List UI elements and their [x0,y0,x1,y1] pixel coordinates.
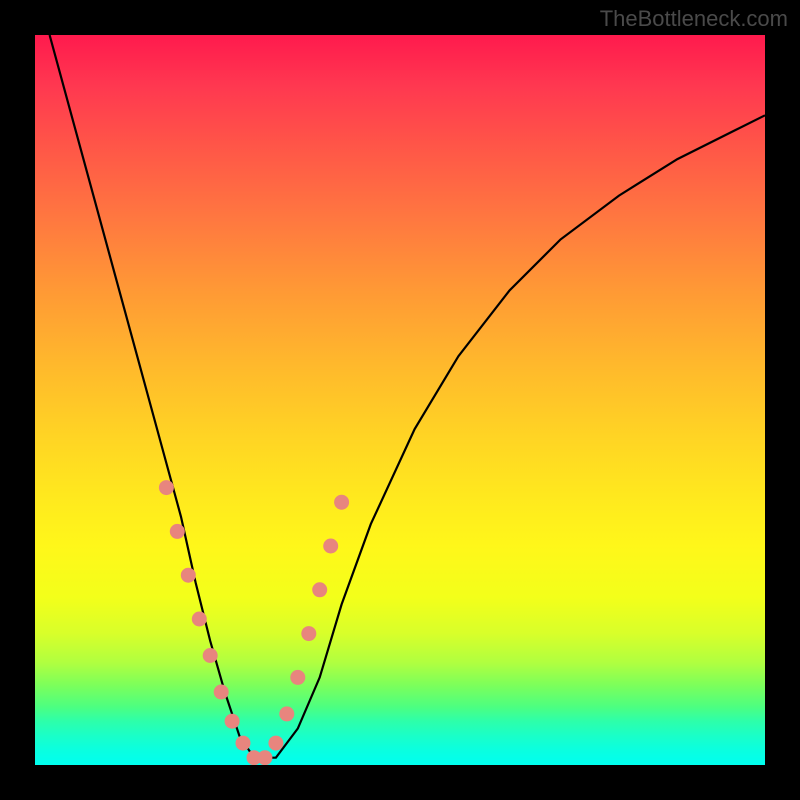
chart-plot-area [35,35,765,765]
highlighted-markers [159,480,349,765]
marker-point [203,648,218,663]
marker-point [301,626,316,641]
marker-point [290,670,305,685]
marker-point [181,568,196,583]
marker-point [257,750,272,765]
marker-point [225,714,240,729]
marker-point [170,524,185,539]
marker-point [279,706,294,721]
marker-point [159,480,174,495]
chart-svg [35,35,765,765]
marker-point [268,736,283,751]
marker-point [214,685,229,700]
marker-point [334,495,349,510]
marker-point [236,736,251,751]
marker-point [312,582,327,597]
watermark-text: TheBottleneck.com [600,6,788,32]
marker-point [323,539,338,554]
bottleneck-curve-line [50,35,765,758]
marker-point [192,612,207,627]
